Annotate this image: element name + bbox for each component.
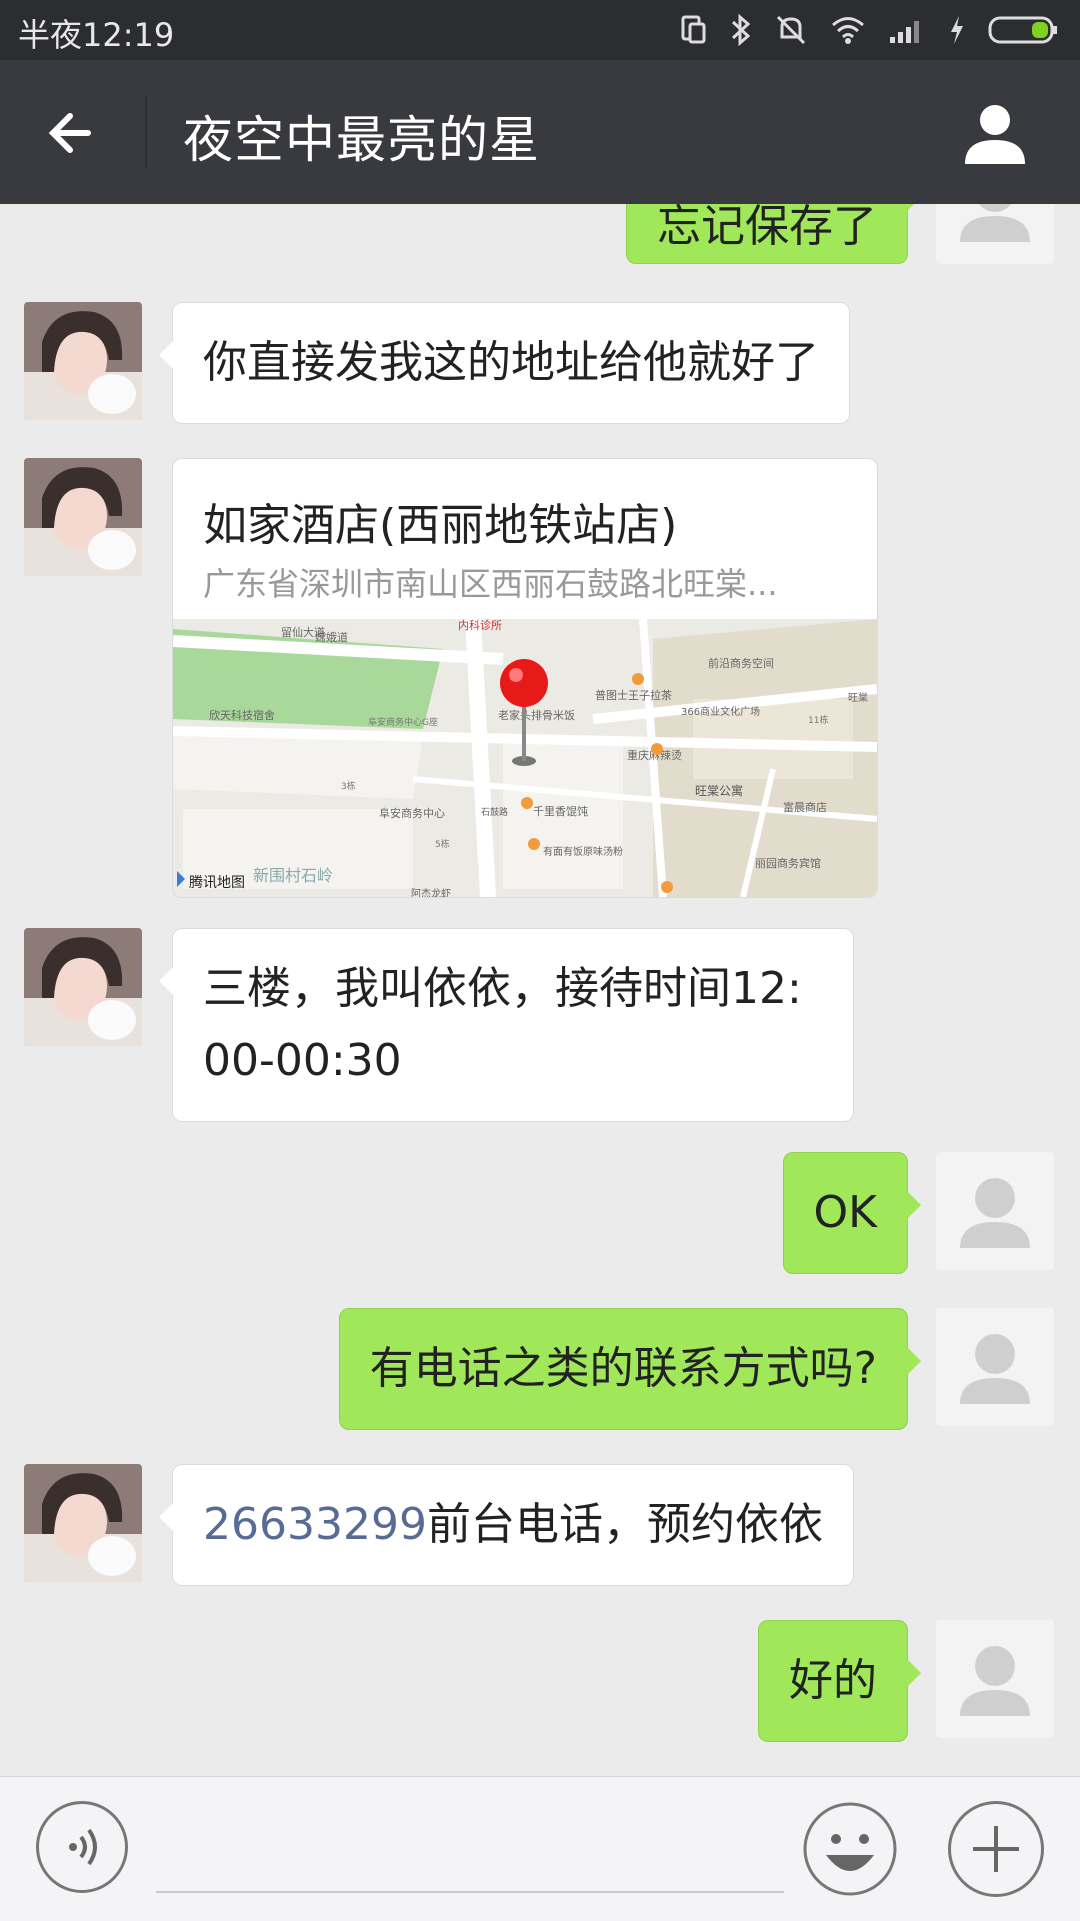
contact-photo	[24, 458, 142, 576]
map-label: 石鼓路	[481, 806, 508, 818]
phone-number-link[interactable]: 26633299	[203, 1499, 427, 1550]
contact-avatar[interactable]	[24, 302, 142, 420]
map-label: 丽园商务宾馆	[755, 856, 821, 870]
map-poi	[632, 673, 644, 685]
message-bubble-outgoing[interactable]: 忘记保存了	[626, 204, 921, 264]
message-bubble-outgoing[interactable]: 有电话之类的联系方式吗?	[338, 1308, 922, 1430]
contact-avatar[interactable]	[24, 1464, 142, 1582]
map-label: 有面有饭原味汤粉	[543, 845, 623, 858]
map-label: 富晨商店	[783, 800, 827, 814]
default-avatar-icon	[960, 204, 1030, 242]
person-icon[interactable]	[960, 98, 1030, 168]
default-avatar-icon	[960, 1178, 1030, 1248]
map-label: 前沿商务空间	[708, 656, 774, 670]
my-avatar[interactable]	[936, 1620, 1054, 1738]
message-list[interactable]: 忘记保存了 你直接发我这的地址给他就好了 如家酒店(西丽地铁站店) 广东省深圳市…	[0, 204, 1080, 1776]
message-text: 好的	[789, 1655, 877, 1706]
input-bar	[0, 1776, 1080, 1921]
location-name: 如家酒店(西丽地铁站店)	[203, 500, 678, 551]
my-avatar[interactable]	[936, 1152, 1054, 1270]
message-text: 前台电话，预约依依	[426, 1499, 823, 1550]
mute-icon	[776, 15, 806, 45]
contact-photo	[24, 928, 142, 1046]
plus-icon	[973, 1826, 1019, 1872]
bluetooth-icon	[731, 13, 751, 47]
message-bubble-outgoing[interactable]: 好的	[758, 1620, 921, 1742]
location-message[interactable]: 如家酒店(西丽地铁站店) 广东省深圳市南山区西丽石鼓路北旺棠... 留仙大道 嫦…	[172, 458, 878, 898]
more-button[interactable]	[948, 1801, 1044, 1897]
charging-icon	[951, 16, 963, 44]
emoji-icon	[803, 1802, 897, 1896]
voice-icon	[69, 1828, 97, 1866]
map-label: 千里香馄饨	[533, 805, 588, 818]
map-label: 普图士王子拉茶	[595, 688, 672, 702]
battery-icon	[988, 16, 1057, 44]
map-label: 老家头排骨米饭	[498, 708, 575, 722]
my-avatar[interactable]	[936, 1308, 1054, 1426]
location-address: 广东省深圳市南山区西丽石鼓路北旺棠...	[203, 565, 778, 603]
map-poi	[528, 838, 540, 850]
voice-button[interactable]	[36, 1801, 128, 1893]
contact-photo	[24, 1464, 142, 1582]
map-label: 旺棠公寓	[695, 783, 743, 798]
message-text: 你直接发我这的地址给他就好了	[203, 337, 819, 388]
map-label: 11栋	[808, 714, 828, 726]
status-time: 半夜12:19	[18, 16, 175, 54]
header-divider	[145, 96, 147, 168]
contact-avatar[interactable]	[24, 458, 142, 576]
map-label: 旺棠	[848, 691, 868, 704]
message-text: 忘记保存了	[657, 204, 877, 252]
message-input[interactable]	[156, 1797, 784, 1893]
wifi-icon	[832, 17, 864, 44]
map-label: 内科诊所	[458, 619, 502, 632]
message-bubble-incoming[interactable]: 三楼，我叫依依，接待时间12:00-00:30	[159, 928, 854, 1122]
my-avatar[interactable]	[936, 204, 1054, 264]
map-poi	[661, 881, 673, 893]
chat-title: 夜空中最亮的星	[183, 111, 540, 169]
map-poi	[651, 743, 663, 755]
contact-avatar[interactable]	[24, 928, 142, 1046]
screen-rotate-icon	[681, 15, 706, 44]
map-preview[interactable]: 留仙大道 嫦娥道 内科诊所 前沿商务空间 欣天科技宿舍 阜安商务中心G座 老家头…	[173, 619, 877, 897]
status-icons	[680, 10, 1060, 50]
message-text: 有电话之类的联系方式吗?	[369, 1343, 877, 1394]
map-label: 新围村石岭	[253, 866, 333, 885]
emoji-button[interactable]	[802, 1801, 898, 1897]
map-label: 阜安商务中心	[379, 806, 445, 820]
default-avatar-icon	[960, 1334, 1030, 1404]
message-text: 三楼，我叫依依，接待时间12:00-00:30	[203, 963, 802, 1086]
map-label: 欣天科技宿舍	[209, 708, 275, 722]
contact-photo	[24, 302, 142, 420]
message-text: OK	[813, 1187, 878, 1238]
map-label: 阜安商务中心G座	[368, 716, 438, 728]
map-label: 嫦娥道	[315, 630, 348, 644]
map-label: 5栋	[435, 838, 450, 850]
message-bubble-outgoing[interactable]: OK	[782, 1152, 921, 1274]
map-provider: 腾讯地图	[189, 874, 245, 891]
map-label: 3栋	[341, 780, 356, 792]
message-bubble-incoming[interactable]: 26633299前台电话，预约依依	[159, 1464, 854, 1586]
chat-header: 夜空中最亮的星	[0, 60, 1080, 204]
status-bar: 半夜12:19	[0, 0, 1080, 60]
map-poi	[521, 797, 533, 809]
message-bubble-incoming[interactable]: 你直接发我这的地址给他就好了	[159, 302, 850, 424]
signal-icon	[890, 21, 919, 43]
map-label: 366商业文化广场	[681, 705, 760, 718]
map-label: 阿杰龙虾	[411, 887, 451, 897]
arrow-left-icon[interactable]	[40, 98, 110, 168]
default-avatar-icon	[960, 1646, 1030, 1716]
